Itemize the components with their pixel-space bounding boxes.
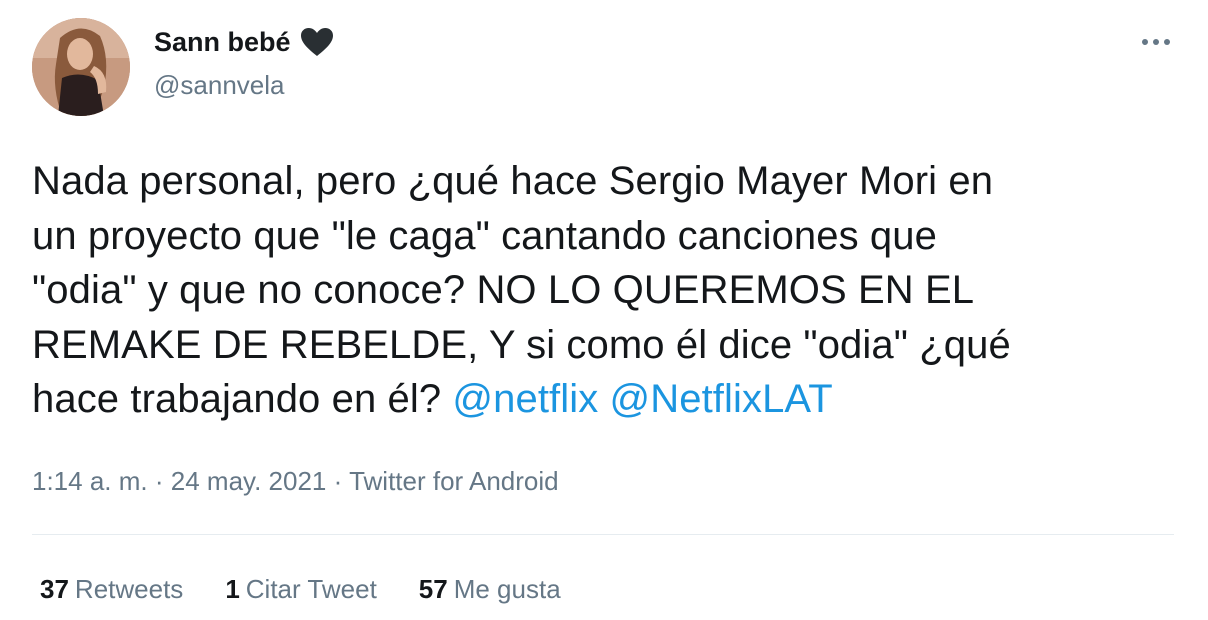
quote-tweets-count: 1 xyxy=(225,574,240,604)
avatar[interactable] xyxy=(32,18,130,116)
quote-tweets-stat[interactable]: 1 Citar Tweet xyxy=(225,574,376,605)
likes-stat[interactable]: 57 Me gusta xyxy=(419,574,561,605)
tweet-meta: 1:14 a. m. · 24 may. 2021 · Twitter for … xyxy=(32,466,559,497)
tweet-line: Nada personal, pero ¿qué hace Sergio May… xyxy=(32,159,994,203)
tweet-text: Nada personal, pero ¿qué hace Sergio May… xyxy=(32,154,1182,427)
tweet-date[interactable]: 24 may. 2021 xyxy=(171,466,327,496)
tweet-line: "odia" y que no conoce? NO LO QUEREMOS E… xyxy=(32,268,975,312)
more-options-button[interactable] xyxy=(1136,28,1176,56)
meta-separator: · xyxy=(154,466,164,496)
mention-netflix-link[interactable]: @netflix xyxy=(452,377,598,421)
quote-tweets-label: Citar Tweet xyxy=(245,574,377,604)
tweet-source-link[interactable]: Twitter for Android xyxy=(349,466,559,496)
ellipsis-icon xyxy=(1142,39,1170,45)
tweet-line-last: hace trabajando en él? @netflix @Netflix… xyxy=(32,372,1182,427)
retweets-label: Retweets xyxy=(74,574,184,604)
avatar-photo-icon xyxy=(32,18,130,116)
tweet-card: Sann bebé @sannvela Nada personal, pero … xyxy=(0,0,1208,620)
tweet-line: REMAKE DE REBELDE, Y si como él dice "od… xyxy=(32,322,1011,367)
tweet-line-text: hace trabajando en él? xyxy=(32,377,442,421)
tweet-time[interactable]: 1:14 a. m. xyxy=(32,466,148,496)
likes-label: Me gusta xyxy=(453,574,561,604)
tweet-stats: 37 Retweets 1 Citar Tweet 57 Me gusta xyxy=(40,574,561,605)
tweet-line: un proyecto que "le caga" cantando canci… xyxy=(32,213,937,258)
divider xyxy=(32,534,1174,535)
user-handle[interactable]: @sannvela xyxy=(154,70,284,101)
likes-count: 57 xyxy=(418,574,448,604)
retweets-stat[interactable]: 37 Retweets xyxy=(40,574,183,605)
retweets-count: 37 xyxy=(40,574,69,604)
black-heart-icon xyxy=(299,26,335,58)
display-name[interactable]: Sann bebé xyxy=(154,26,335,58)
display-name-text: Sann bebé xyxy=(154,26,291,57)
mention-netflixlat-link[interactable]: @NetflixLAT xyxy=(610,377,833,421)
meta-separator: · xyxy=(333,466,343,496)
